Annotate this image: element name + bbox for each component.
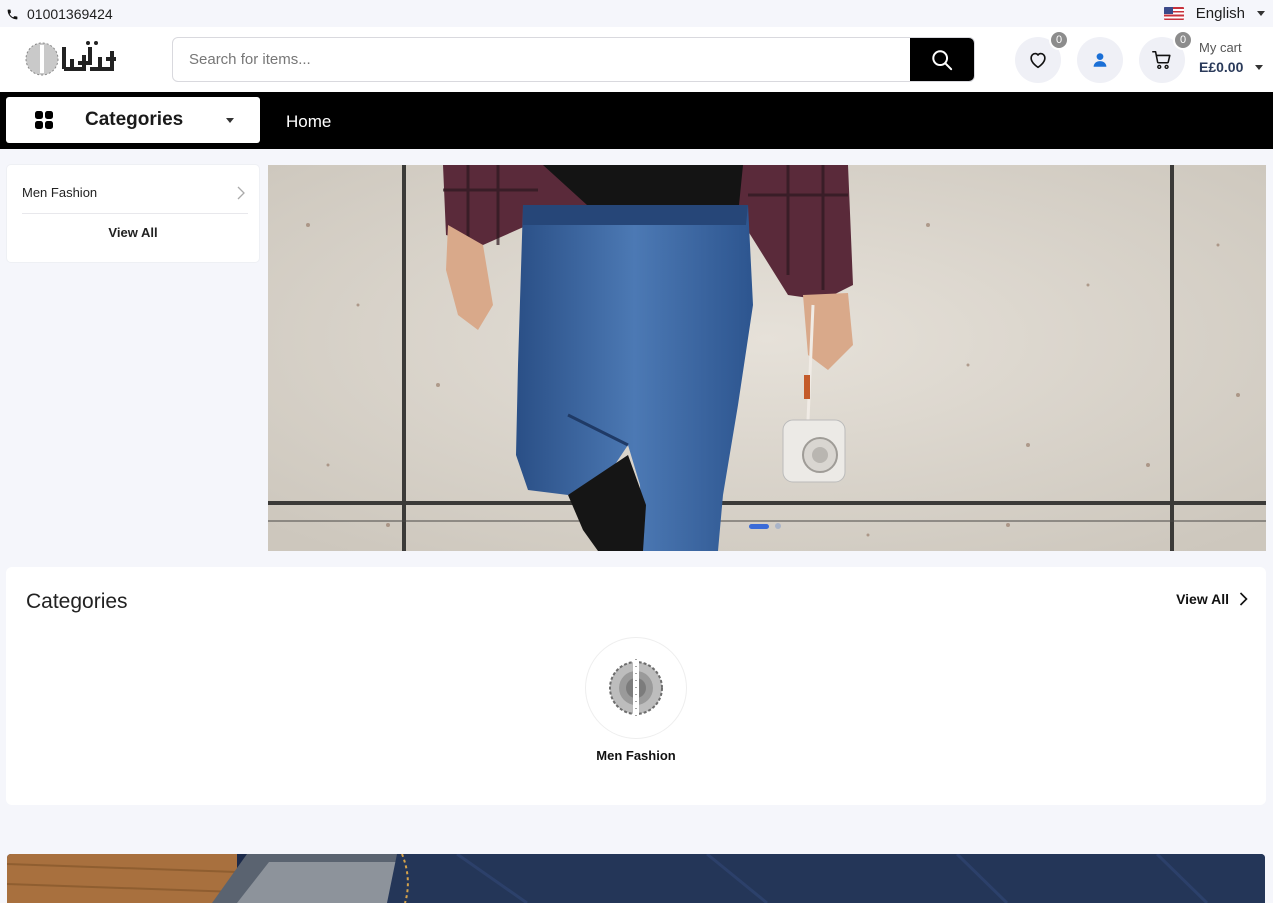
sidebar-view-all-link[interactable]: View All [7, 225, 259, 240]
hero-image [268, 165, 1266, 551]
language-selector[interactable]: English [1163, 5, 1265, 22]
wishlist-button[interactable]: 0 [1015, 30, 1069, 83]
categories-view-all-link[interactable]: View All [1176, 591, 1248, 607]
promo-banner[interactable] [7, 854, 1265, 903]
categories-label: Categories [85, 109, 184, 130]
wishlist-count-badge: 0 [1049, 30, 1069, 50]
cart-label: My cart [1199, 40, 1242, 55]
hero-slider[interactable] [268, 165, 1266, 551]
main-nav: Categories Home [0, 92, 1273, 149]
phone-number: 01001369424 [27, 6, 113, 22]
search-icon [932, 49, 953, 70]
search-input[interactable] [173, 38, 911, 81]
chevron-down-icon [1257, 11, 1265, 16]
chevron-right-icon [237, 186, 245, 200]
user-icon [1093, 53, 1107, 67]
grid-icon [35, 111, 53, 129]
language-label: English [1195, 5, 1245, 22]
header: 0 0 My cart E£0.00 [0, 27, 1273, 92]
cart-button[interactable]: 0 [1139, 30, 1193, 83]
chevron-down-icon [226, 118, 234, 123]
search-bar [172, 37, 975, 82]
search-button[interactable] [910, 38, 974, 81]
section-title: Categories [26, 590, 128, 613]
phone-icon [7, 9, 18, 19]
banner-image [7, 854, 1265, 903]
cart-summary[interactable]: My cart E£0.00 [1199, 40, 1264, 75]
sidebar-categories: Men Fashion View All [7, 165, 259, 262]
chevron-right-icon [1239, 592, 1248, 606]
slider-pagination [749, 523, 781, 529]
categories-dropdown-button[interactable]: Categories [6, 97, 260, 143]
view-all-label: View All [1176, 591, 1229, 607]
heart-icon [1030, 52, 1046, 69]
shopping-cart-icon [1152, 50, 1171, 70]
nav-link-home[interactable]: Home [286, 112, 331, 132]
cart-count-badge: 0 [1173, 30, 1193, 50]
categories-section: Categories View All Men Fashion [6, 567, 1266, 805]
category-card-men-fashion[interactable]: Men Fashion [585, 637, 687, 763]
brand-emblem-icon [609, 657, 663, 719]
category-thumbnail [585, 637, 687, 739]
chevron-down-icon [1255, 64, 1264, 70]
sidebar-item-men-fashion[interactable]: Men Fashion [22, 185, 248, 214]
account-button[interactable] [1077, 37, 1123, 83]
slider-dot-active[interactable] [749, 523, 769, 529]
store-logo[interactable] [24, 39, 120, 79]
slider-dot[interactable] [775, 523, 781, 529]
category-name: Men Fashion [596, 748, 676, 763]
us-flag-icon [1163, 7, 1184, 20]
phone-contact[interactable]: 01001369424 [6, 6, 113, 22]
sidebar-item-label: Men Fashion [22, 185, 98, 200]
top-bar: 01001369424 English [0, 0, 1273, 27]
cart-total: E£0.00 [1199, 59, 1244, 75]
